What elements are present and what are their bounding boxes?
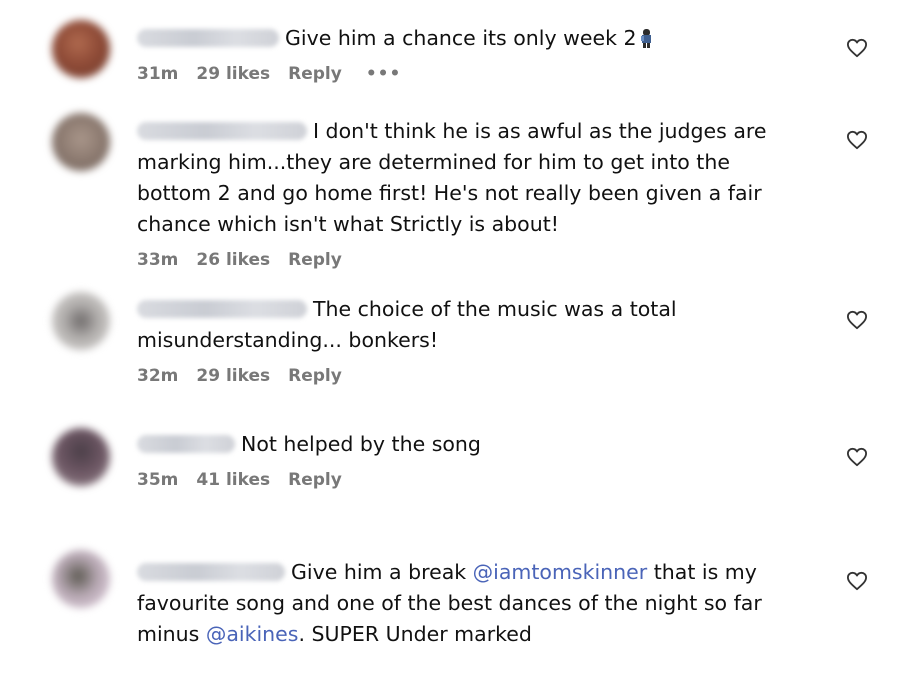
reply-button[interactable]: Reply (288, 470, 342, 490)
reply-button[interactable]: Reply (288, 250, 342, 270)
username-blurred[interactable] (137, 563, 285, 581)
heart-outline-icon[interactable] (846, 571, 868, 591)
comment-text: Give him a break @iamtomskinner that is … (137, 560, 762, 646)
comment-meta: 35m 41 likes Reply (137, 470, 807, 490)
heart-outline-icon[interactable] (846, 447, 868, 467)
comment-text: Give him a chance its only week 2 (137, 23, 807, 54)
timestamp: 32m (137, 366, 179, 386)
comment-meta: 32m 29 likes Reply (137, 366, 807, 386)
avatar[interactable] (52, 113, 110, 171)
username-blurred[interactable] (137, 300, 307, 318)
heart-outline-icon[interactable] (846, 38, 868, 58)
username-blurred[interactable] (137, 435, 235, 453)
avatar[interactable] (52, 550, 110, 608)
more-options-icon[interactable]: ••• (366, 64, 402, 84)
comment-meta: 33m 26 likes Reply (137, 250, 807, 270)
reply-button[interactable]: Reply (288, 64, 342, 84)
timestamp: 35m (137, 470, 179, 490)
timestamp: 31m (137, 64, 179, 84)
comment-text: I don't think he is as awful as the judg… (137, 119, 767, 236)
avatar[interactable] (52, 292, 110, 350)
comment-meta: 31m 29 likes Reply ••• (137, 64, 807, 84)
like-count[interactable]: 41 likes (196, 470, 270, 490)
like-count[interactable]: 29 likes (196, 366, 270, 386)
timestamp: 33m (137, 250, 179, 270)
avatar[interactable] (52, 428, 110, 486)
reply-button[interactable]: Reply (288, 366, 342, 386)
man-dancing-icon (640, 29, 651, 48)
comment-text: Not helped by the song (137, 429, 807, 460)
mention-link[interactable]: @iamtomskinner (473, 560, 648, 584)
heart-outline-icon[interactable] (846, 310, 868, 330)
like-count[interactable]: 29 likes (196, 64, 270, 84)
comment-text: The choice of the music was a total misu… (137, 297, 677, 352)
heart-outline-icon[interactable] (846, 130, 868, 150)
like-count[interactable]: 26 likes (196, 250, 270, 270)
avatar[interactable] (52, 20, 110, 78)
username-blurred[interactable] (137, 122, 307, 140)
mention-link[interactable]: @aikines (206, 622, 299, 646)
username-blurred[interactable] (137, 29, 279, 47)
